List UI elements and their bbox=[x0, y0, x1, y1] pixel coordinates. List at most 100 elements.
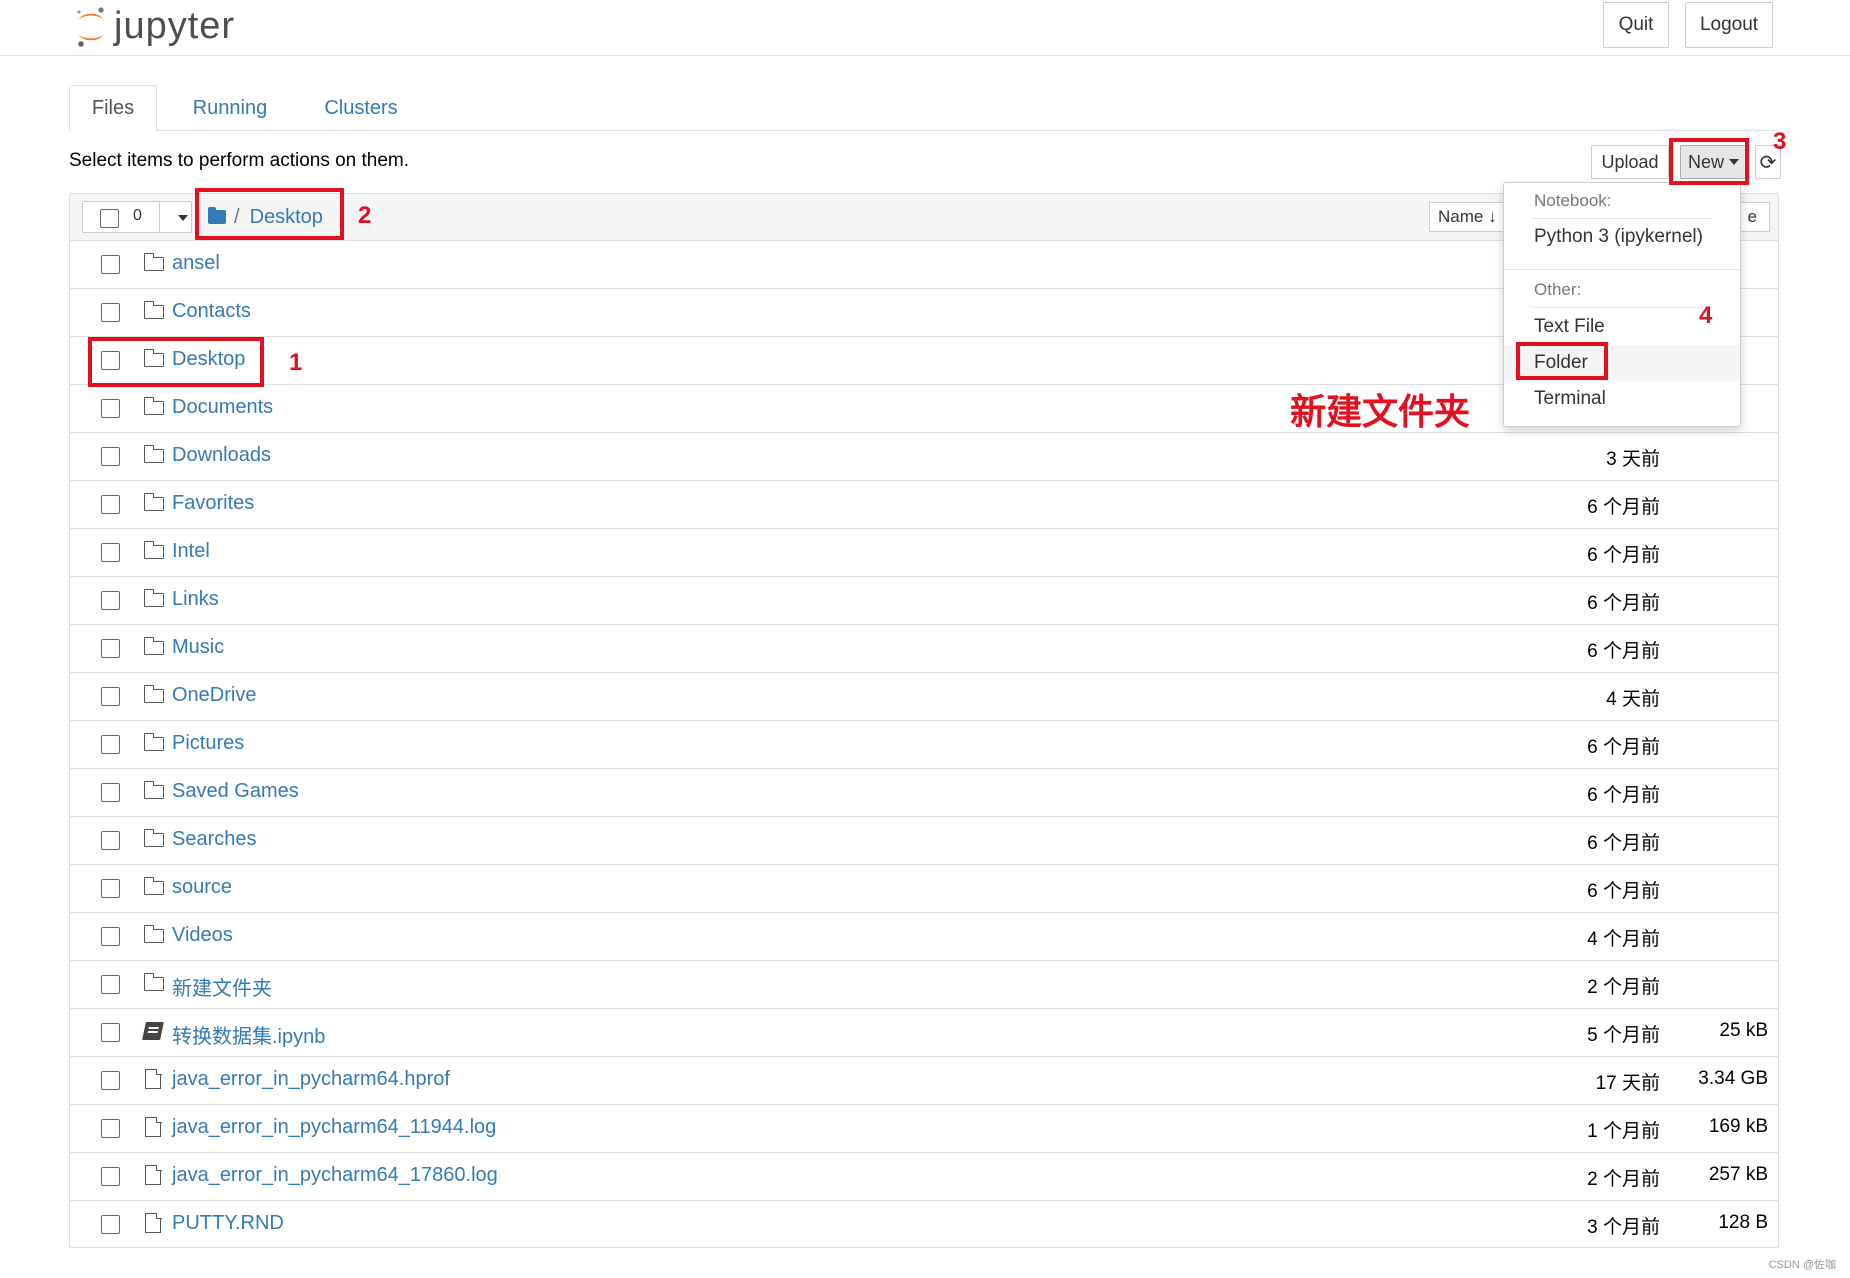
row-checkbox[interactable] bbox=[101, 495, 120, 514]
file-size: 25 kB bbox=[1719, 1020, 1768, 1041]
table-row[interactable]: 转换数据集.ipynb 5 个月前 25 kB bbox=[70, 1009, 1778, 1057]
quit-button[interactable]: Quit bbox=[1603, 2, 1669, 48]
folder-icon bbox=[143, 445, 164, 463]
row-checkbox[interactable] bbox=[101, 543, 120, 562]
table-row[interactable]: Music 6 个月前 bbox=[70, 625, 1778, 673]
logout-button[interactable]: Logout bbox=[1685, 2, 1773, 48]
table-row[interactable]: Videos 4 个月前 bbox=[70, 913, 1778, 961]
row-checkbox[interactable] bbox=[101, 255, 120, 274]
row-checkbox[interactable] bbox=[101, 639, 120, 658]
file-modified-time: 6 个月前 bbox=[1587, 737, 1660, 758]
row-checkbox[interactable] bbox=[101, 687, 120, 706]
file-name-link[interactable]: Intel bbox=[172, 540, 210, 563]
file-size: 257 kB bbox=[1708, 1164, 1768, 1185]
file-name-link[interactable]: Music bbox=[172, 636, 224, 659]
file-modified-time: 1 个月前 bbox=[1587, 1121, 1660, 1142]
file-size: 169 kB bbox=[1708, 1116, 1768, 1137]
file-name-link[interactable]: Links bbox=[172, 588, 219, 611]
file-name-link[interactable]: Searches bbox=[172, 828, 257, 851]
table-row[interactable]: Pictures 6 个月前 bbox=[70, 721, 1778, 769]
row-checkbox[interactable] bbox=[101, 927, 120, 946]
file-modified-time: 5 个月前 bbox=[1587, 1025, 1660, 1046]
file-name-link[interactable]: OneDrive bbox=[172, 684, 256, 707]
table-row[interactable]: source 6 个月前 bbox=[70, 865, 1778, 913]
table-row[interactable]: Downloads 3 天前 bbox=[70, 433, 1778, 481]
file-name-link[interactable]: Saved Games bbox=[172, 780, 299, 803]
file-name-link[interactable]: java_error_in_pycharm64_11944.log bbox=[172, 1116, 496, 1139]
jupyter-logo[interactable]: jupyter bbox=[74, 2, 235, 50]
folder-icon bbox=[143, 973, 164, 991]
row-checkbox[interactable] bbox=[101, 735, 120, 754]
select-menu-caret-icon[interactable] bbox=[178, 215, 188, 221]
notebook-icon bbox=[142, 1022, 164, 1040]
selected-count: 0 bbox=[133, 207, 142, 224]
folder-icon bbox=[143, 301, 164, 319]
row-checkbox[interactable] bbox=[101, 591, 120, 610]
file-name-link[interactable]: Pictures bbox=[172, 732, 244, 755]
table-row[interactable]: Intel 6 个月前 bbox=[70, 529, 1778, 577]
sort-by-name-button[interactable]: Name ↓ bbox=[1429, 202, 1509, 232]
row-checkbox[interactable] bbox=[101, 447, 120, 466]
file-modified-time: 6 个月前 bbox=[1587, 881, 1660, 902]
menu-item-terminal[interactable]: Terminal bbox=[1504, 381, 1740, 417]
file-modified-time: 6 个月前 bbox=[1587, 593, 1660, 614]
table-row[interactable]: Favorites 6 个月前 bbox=[70, 481, 1778, 529]
annotation-number-3: 3 bbox=[1773, 128, 1787, 155]
tab-clusters[interactable]: Clusters bbox=[297, 85, 425, 131]
table-row[interactable]: Searches 6 个月前 bbox=[70, 817, 1778, 865]
select-all-checkbox[interactable] bbox=[100, 209, 119, 228]
folder-icon bbox=[143, 829, 164, 847]
table-row[interactable]: java_error_in_pycharm64_11944.log 1 个月前 16… bbox=[70, 1105, 1778, 1153]
row-checkbox[interactable] bbox=[101, 1119, 120, 1138]
table-row[interactable]: Saved Games 6 个月前 bbox=[70, 769, 1778, 817]
folder-icon bbox=[143, 925, 164, 943]
menu-item-python3-kernel[interactable]: Python 3 (ipykernel) bbox=[1504, 219, 1740, 255]
file-name-link[interactable]: Videos bbox=[172, 924, 233, 947]
folder-icon bbox=[143, 493, 164, 511]
row-checkbox[interactable] bbox=[101, 1167, 120, 1186]
folder-icon bbox=[143, 253, 164, 271]
row-checkbox[interactable] bbox=[101, 1071, 120, 1090]
file-name-link[interactable]: Documents bbox=[172, 396, 273, 419]
file-modified-time: 6 个月前 bbox=[1587, 641, 1660, 662]
row-checkbox[interactable] bbox=[101, 303, 120, 322]
annotation-caption: 新建文件夹 bbox=[1290, 391, 1471, 432]
menu-header-notebook: Notebook: bbox=[1534, 191, 1612, 210]
file-icon bbox=[145, 1068, 162, 1089]
folder-icon bbox=[143, 877, 164, 895]
row-checkbox[interactable] bbox=[101, 1023, 120, 1042]
row-checkbox[interactable] bbox=[101, 1215, 120, 1234]
file-name-link[interactable]: 新建文件夹 bbox=[172, 972, 272, 1001]
table-row[interactable]: java_error_in_pycharm64_17860.log 2 个月前 25… bbox=[70, 1153, 1778, 1201]
table-row[interactable]: 新建文件夹 2 个月前 bbox=[70, 961, 1778, 1009]
row-checkbox[interactable] bbox=[101, 975, 120, 994]
file-name-link[interactable]: 转换数据集.ipynb bbox=[172, 1020, 325, 1049]
file-name-link[interactable]: Favorites bbox=[172, 492, 254, 515]
row-checkbox[interactable] bbox=[101, 879, 120, 898]
upload-button[interactable]: Upload bbox=[1591, 145, 1669, 179]
file-name-link[interactable]: Contacts bbox=[172, 300, 251, 323]
annotation-box-desktop-row bbox=[88, 337, 264, 387]
tab-files[interactable]: Files bbox=[69, 85, 157, 132]
folder-icon bbox=[143, 397, 164, 415]
file-name-link[interactable]: ansel bbox=[172, 252, 220, 275]
annotation-box-folder-item bbox=[1516, 342, 1608, 380]
file-name-link[interactable]: source bbox=[172, 876, 232, 899]
file-modified-time: 6 个月前 bbox=[1587, 497, 1660, 518]
annotation-number-1: 1 bbox=[289, 349, 303, 376]
row-checkbox[interactable] bbox=[101, 399, 120, 418]
table-row[interactable]: Links 6 个月前 bbox=[70, 577, 1778, 625]
select-all-control[interactable]: 0 bbox=[82, 201, 192, 233]
table-row[interactable]: java_error_in_pycharm64.hprof 17 天前 3.34 G… bbox=[70, 1057, 1778, 1105]
row-checkbox[interactable] bbox=[101, 831, 120, 850]
table-row[interactable]: PUTTY.RND 3 个月前 128 B bbox=[70, 1201, 1778, 1249]
file-name-link[interactable]: java_error_in_pycharm64.hprof bbox=[172, 1068, 450, 1091]
table-row[interactable]: OneDrive 4 天前 bbox=[70, 673, 1778, 721]
file-name-link[interactable]: Downloads bbox=[172, 444, 271, 467]
menu-divider bbox=[1504, 269, 1740, 270]
file-name-link[interactable]: PUTTY.RND bbox=[172, 1212, 284, 1235]
row-checkbox[interactable] bbox=[101, 783, 120, 802]
file-name-link[interactable]: java_error_in_pycharm64_17860.log bbox=[172, 1164, 498, 1187]
file-icon bbox=[145, 1116, 162, 1137]
tab-running[interactable]: Running bbox=[171, 85, 289, 131]
